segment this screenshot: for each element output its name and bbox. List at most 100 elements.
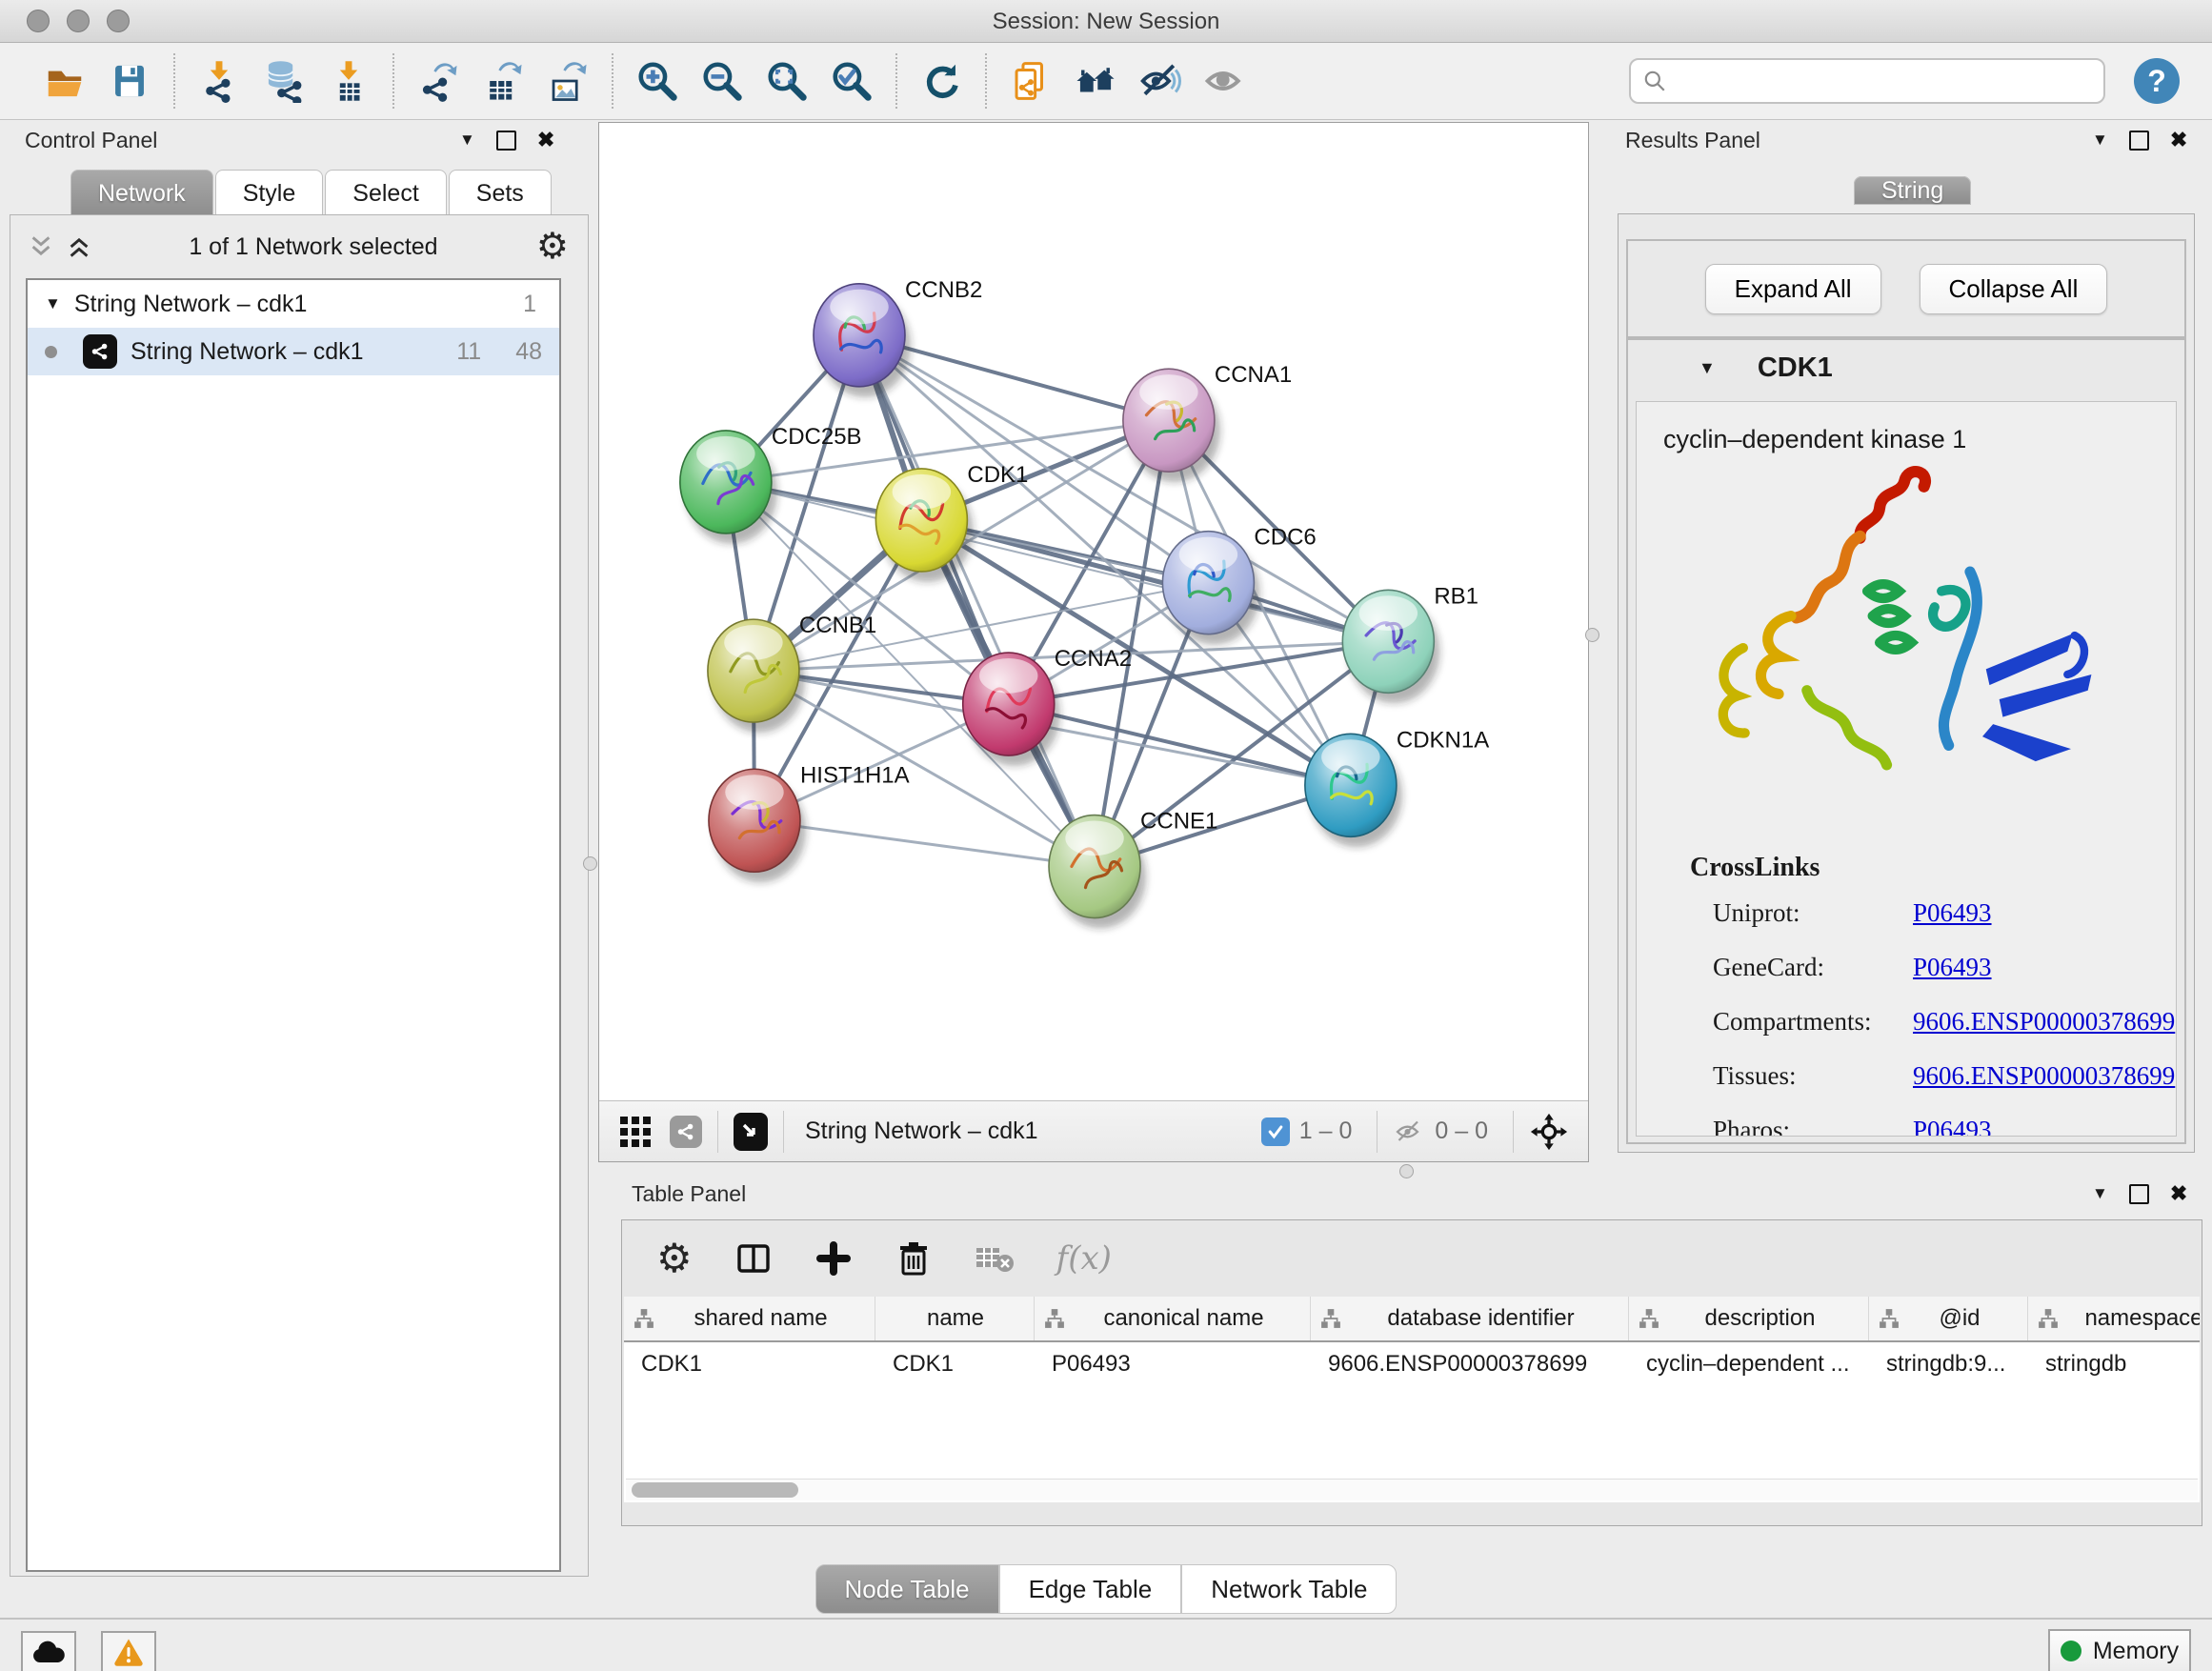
- show-hidden-eye-icon[interactable]: [1201, 57, 1249, 105]
- table-cell[interactable]: 9606.ENSP00000378699: [1311, 1351, 1629, 1378]
- table-settings-gear-icon[interactable]: ⚙: [656, 1238, 693, 1278]
- selected-checkbox-icon[interactable]: [1261, 1117, 1290, 1146]
- tab-select[interactable]: Select: [325, 170, 446, 217]
- column-header-namespace[interactable]: namespace: [2028, 1297, 2200, 1340]
- import-network-database-icon[interactable]: [260, 57, 308, 105]
- selected-count: 1 – 0: [1299, 1117, 1353, 1145]
- network-node-CDC6[interactable]: CDC6: [1162, 525, 1316, 645]
- pan-tool-icon[interactable]: [1529, 1112, 1569, 1152]
- share-view-icon[interactable]: [670, 1116, 702, 1148]
- column-header-database-identifier[interactable]: database identifier: [1311, 1297, 1629, 1340]
- float-panel-icon[interactable]: ▼: [2092, 1184, 2108, 1203]
- memory-button[interactable]: Memory: [2048, 1629, 2191, 1671]
- network-canvas[interactable]: CCNB2 CCNA1 CDC25BCDK1 CDC6RB1 CCNB1 CCNA2 CDK…: [599, 123, 1588, 1101]
- column-header-name[interactable]: name: [875, 1297, 1035, 1340]
- table-horizontal-scrollbar[interactable]: [626, 1479, 2198, 1500]
- tab-node-table[interactable]: Node Table: [815, 1564, 999, 1614]
- table-cell[interactable]: P06493: [1035, 1351, 1311, 1378]
- split-panel-icon[interactable]: [734, 1239, 773, 1278]
- export-table-icon[interactable]: [479, 57, 527, 105]
- crosslink-link-pharos[interactable]: P06493: [1913, 1116, 1992, 1137]
- close-panel-icon[interactable]: ✖: [2170, 128, 2187, 152]
- crosslink-link-uniprot[interactable]: P06493: [1913, 898, 1992, 928]
- add-column-icon[interactable]: [814, 1239, 853, 1278]
- column-header-canonical-name[interactable]: canonical name: [1035, 1297, 1311, 1340]
- vertical-splitter-grip[interactable]: [583, 856, 597, 871]
- table-cell[interactable]: stringdb: [2028, 1351, 2200, 1378]
- zoom-out-icon[interactable]: [698, 57, 746, 105]
- gene-section-header[interactable]: ▼ CDK1: [1628, 340, 2184, 395]
- network-options-gear-icon[interactable]: ⚙: [536, 229, 569, 265]
- network-node-CDKN1A[interactable]: CDKN1A: [1305, 727, 1489, 847]
- import-table-file-icon[interactable]: [325, 57, 372, 105]
- grid-view-icon[interactable]: [618, 1115, 653, 1149]
- column-header-description[interactable]: description: [1629, 1297, 1869, 1340]
- delete-table-icon[interactable]: [975, 1242, 1015, 1275]
- network-row-selected[interactable]: String Network – cdk1 11 48: [28, 328, 559, 375]
- results-tab-string[interactable]: String: [1854, 168, 1973, 213]
- gene-expand-icon[interactable]: ▼: [1699, 358, 1716, 378]
- birds-eye-icon[interactable]: [734, 1113, 768, 1151]
- network-node-CCNB1[interactable]: CCNB1: [708, 613, 876, 733]
- table-cell[interactable]: cyclin–dependent ...: [1629, 1351, 1869, 1378]
- network-node-CCNB2[interactable]: CCNB2: [814, 277, 982, 397]
- tab-style[interactable]: Style: [215, 170, 324, 217]
- crosslink-link-tissues[interactable]: 9606.ENSP00000378699: [1913, 1061, 2175, 1091]
- maximize-panel-icon[interactable]: [2129, 131, 2149, 151]
- zoom-in-icon[interactable]: [633, 57, 681, 105]
- column-header-shared-name[interactable]: shared name: [624, 1297, 875, 1340]
- string-home-icon[interactable]: [1072, 57, 1119, 105]
- table-cell[interactable]: CDK1: [875, 1351, 1035, 1378]
- export-network-icon[interactable]: [414, 57, 462, 105]
- table-row[interactable]: CDK1CDK1P064939606.ENSP00000378699cyclin…: [624, 1342, 2200, 1386]
- network-edge-count: 48: [515, 338, 542, 366]
- network-node-CDK1[interactable]: CDK1: [875, 462, 1028, 582]
- zoom-fit-icon[interactable]: [763, 57, 811, 105]
- network-node-CDC25B[interactable]: CDC25B: [680, 424, 862, 544]
- save-session-icon[interactable]: [106, 57, 153, 105]
- scrollbar-thumb[interactable]: [632, 1482, 798, 1498]
- tab-sets[interactable]: Sets: [449, 170, 552, 217]
- float-panel-icon[interactable]: ▼: [2092, 131, 2108, 150]
- network-node-HIST1H1A[interactable]: HIST1H1A: [709, 762, 910, 882]
- crosslink-link-compartments[interactable]: 9606.ENSP00000378699: [1913, 1007, 2175, 1037]
- vertical-splitter-grip[interactable]: [1585, 628, 1599, 642]
- tab-edge-table[interactable]: Edge Table: [999, 1564, 1182, 1614]
- maximize-panel-icon[interactable]: [2129, 1184, 2149, 1204]
- zoom-selected-icon[interactable]: [828, 57, 875, 105]
- close-panel-icon[interactable]: ✖: [537, 128, 554, 152]
- hide-selected-eye-icon[interactable]: [1136, 57, 1184, 105]
- delete-column-icon[interactable]: [895, 1239, 933, 1278]
- collection-expand-icon[interactable]: ▼: [45, 294, 61, 313]
- column-header--id[interactable]: @id: [1869, 1297, 2028, 1340]
- expand-all-icon[interactable]: [68, 236, 90, 257]
- network-collection-row[interactable]: ▼ String Network – cdk1 1: [28, 280, 559, 328]
- network-node-RB1[interactable]: RB1: [1342, 583, 1478, 703]
- cloud-status-button[interactable]: [21, 1631, 76, 1671]
- collapse-all-button[interactable]: Collapse All: [1920, 264, 2108, 314]
- duplicate-network-icon[interactable]: [1007, 57, 1055, 105]
- network-node-CCNA2[interactable]: CCNA2: [963, 646, 1132, 766]
- table-cell[interactable]: stringdb:9...: [1869, 1351, 2028, 1378]
- tab-network[interactable]: Network: [70, 170, 213, 217]
- warning-status-button[interactable]: [101, 1631, 156, 1671]
- table-cell[interactable]: CDK1: [624, 1351, 875, 1378]
- network-node-CCNA1[interactable]: CCNA1: [1123, 362, 1292, 482]
- node-label-CCNA2: CCNA2: [1055, 646, 1132, 672]
- float-panel-icon[interactable]: ▼: [459, 131, 475, 150]
- export-image-icon[interactable]: [544, 57, 592, 105]
- horizontal-splitter-grip[interactable]: [1399, 1164, 1414, 1178]
- expand-all-button[interactable]: Expand All: [1705, 264, 1881, 314]
- apply-function-icon[interactable]: f(x): [1056, 1239, 1112, 1278]
- help-button[interactable]: ?: [2134, 58, 2180, 104]
- crosslink-link-genecard[interactable]: P06493: [1913, 953, 1992, 982]
- open-session-icon[interactable]: [41, 57, 89, 105]
- refresh-view-icon[interactable]: [917, 57, 965, 105]
- close-panel-icon[interactable]: ✖: [2170, 1181, 2187, 1206]
- tab-network-table[interactable]: Network Table: [1181, 1564, 1397, 1614]
- maximize-panel-icon[interactable]: [496, 131, 516, 151]
- network-node-CCNE1[interactable]: CCNE1: [1049, 809, 1217, 929]
- collapse-all-icon[interactable]: [30, 236, 52, 257]
- import-network-file-icon[interactable]: [195, 57, 243, 105]
- search-input[interactable]: [1677, 67, 2092, 95]
